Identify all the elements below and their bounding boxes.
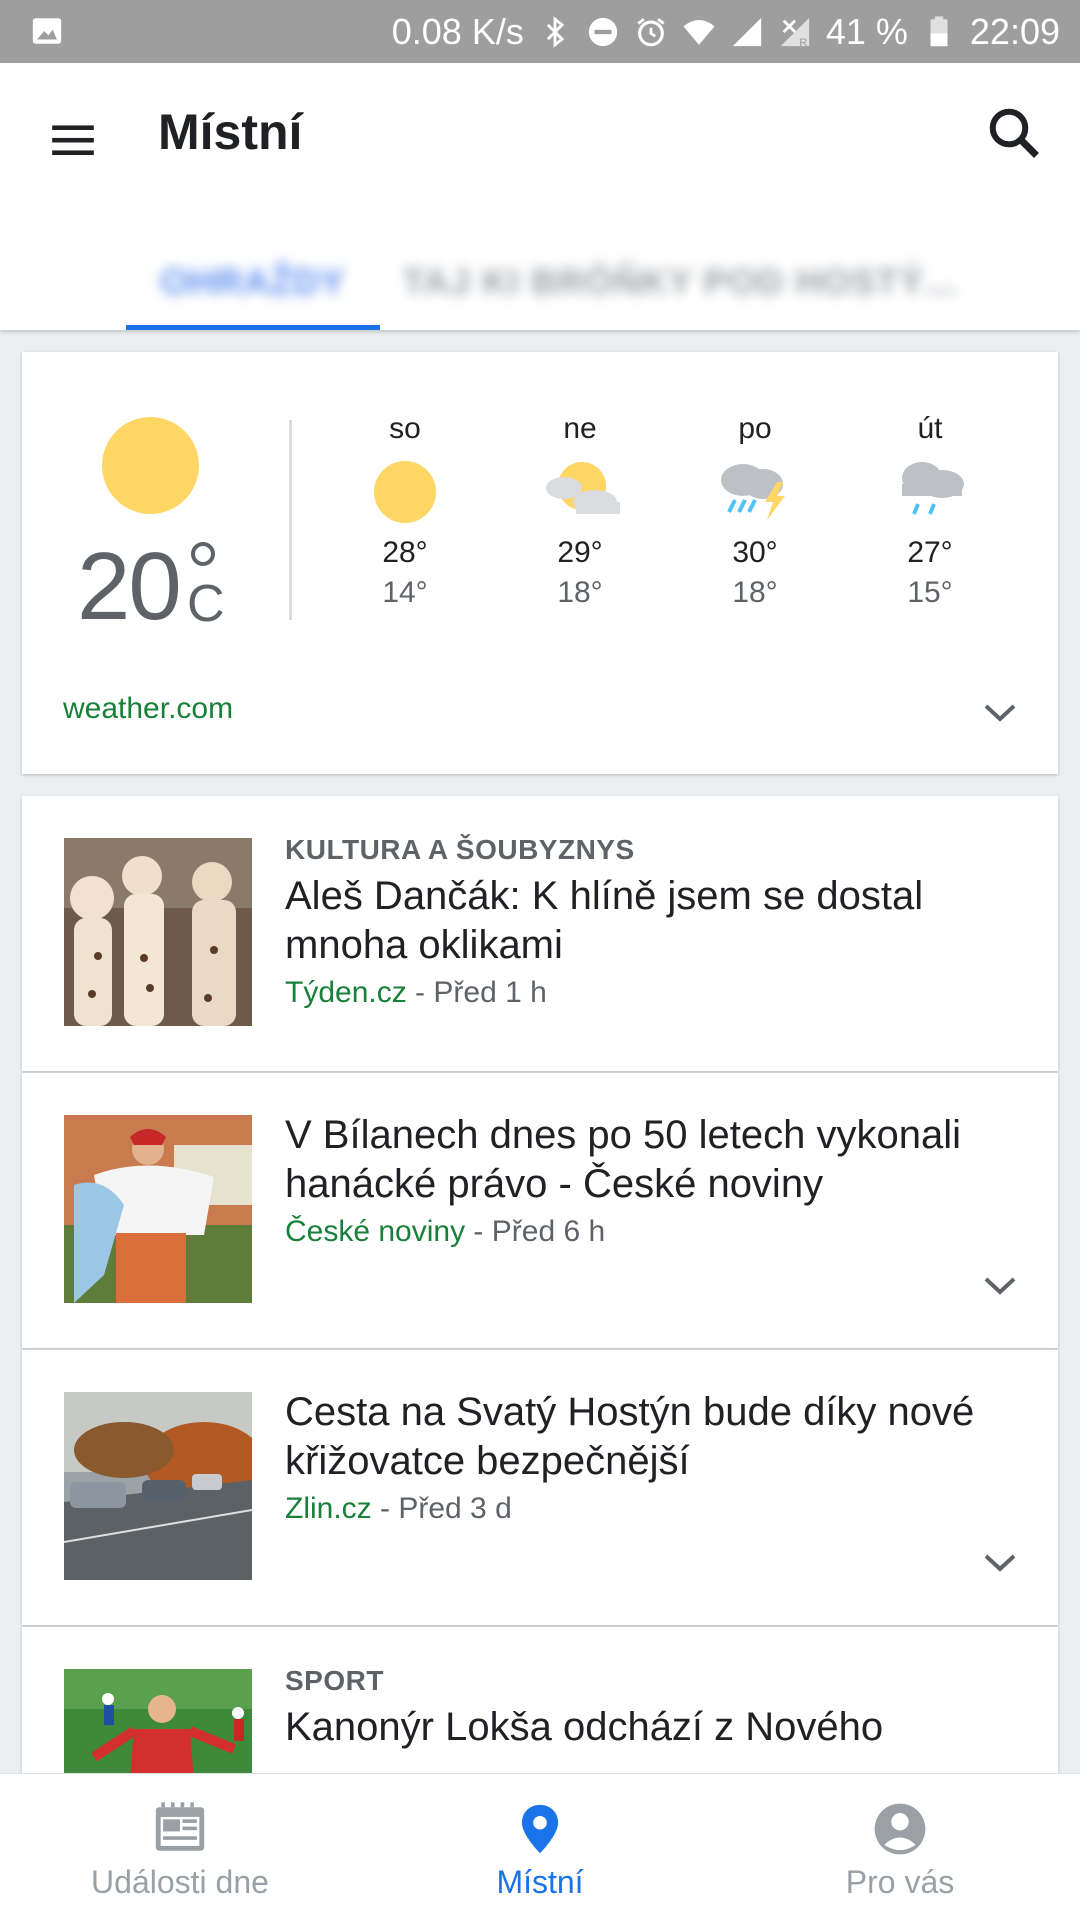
chevron-down-icon[interactable] [982,1550,1018,1574]
tab-location-label: TAJ KI BRÖŇKY POD HOSTÝ... [402,260,958,302]
page-title: Místní [158,104,303,160]
degree-symbol [191,542,215,566]
nav-local[interactable]: Místní [360,1774,720,1920]
news-card[interactable]: V Bílanech dnes po 50 letech vykonali ha… [22,1073,1058,1348]
tab-bar: OHRAŽDY TAJ KI BRÖŇKY POD HOSTÝ... [0,233,1080,330]
tab-location[interactable]: TAJ KI BRÖŇKY POD HOSTÝ... [403,233,957,330]
search-icon[interactable] [984,103,1044,163]
chevron-down-icon[interactable] [982,700,1018,724]
forecast-day: ne 29° 18° [510,412,650,610]
nav-label: Místní [496,1864,584,1900]
forecast-high: 28° [382,536,428,569]
signal-icon [732,17,762,46]
forecast-day-label: ne [563,412,597,445]
news-source[interactable]: Zlin.cz [285,1492,372,1525]
news-thumbnail [64,838,252,1026]
image-icon [32,18,62,44]
battery-icon [930,15,948,46]
temperature-unit-label: C [187,575,225,633]
wifi-icon [683,19,715,45]
forecast-low: 18° [557,576,603,609]
news-time: - Před 6 h [465,1215,606,1248]
news-body: KULTURA A ŠOUBYZNYS Aleš Dančák: K hlíně… [285,834,1018,1010]
bottom-navigation: Události dne Místní Pro vás [0,1773,1080,1920]
forecast-low: 14° [382,576,428,609]
news-body: SPORT Kanonýr Lokša odchází z Nového [285,1665,1018,1752]
news-time: - Před 1 h [406,976,547,1009]
news-meta: České noviny - Před 6 h [285,1215,1018,1249]
nav-label: Události dne [91,1864,269,1900]
forecast-low: 15° [907,576,953,609]
partly-cloudy-icon [546,462,620,514]
nav-label: Pro vás [845,1864,955,1900]
clock: 22:09 [969,10,1060,52]
tab-region[interactable]: OHRAŽDY [126,233,380,330]
forecast-day: po 30° 18° [685,412,825,610]
forecast-high: 29° [557,536,603,569]
tab-indicator [126,325,380,330]
weather-card[interactable]: 20 C so 28° 14° ne 29° 18° po 30° 18° út… [22,352,1058,774]
current-temperature: 20 [77,533,182,640]
status-bar: 0.08 K/s R 41 % 22:09 [0,0,1080,63]
account-icon [874,1803,926,1855]
news-category: SPORT [285,1665,384,1696]
bluetooth-icon [546,15,565,48]
svg-text:R: R [799,37,807,49]
signal-roaming-icon: R [780,17,810,49]
sun-icon [102,417,199,514]
battery-level: 41 % [825,10,908,52]
forecast-day-label: po [738,412,772,445]
forecast-high: 27° [907,536,953,569]
news-source[interactable]: České noviny [285,1215,465,1248]
news-headline[interactable]: Kanonýr Lokša odchází z Nového [285,1703,1018,1752]
network-speed: 0.08 K/s [391,10,524,52]
news-card[interactable]: Cesta na Svatý Hostýn bude díky nové kři… [22,1350,1058,1625]
forecast-low: 18° [732,576,778,609]
rain-icon [902,462,964,515]
news-thumbnail [64,1392,252,1580]
forecast-day-label: so [389,412,421,445]
weather-source-link[interactable]: weather.com [63,692,233,726]
chevron-down-icon[interactable] [982,1273,1018,1297]
news-thumbnail [64,1115,252,1303]
news-body: Cesta na Svatý Hostýn bude díky nové kři… [285,1388,1018,1526]
nav-top-stories[interactable]: Události dne [0,1774,360,1920]
news-headline[interactable]: Cesta na Svatý Hostýn bude díky nové kři… [285,1388,1018,1486]
news-category: KULTURA A ŠOUBYZNYS [285,834,635,865]
do-not-disturb-icon [588,17,618,46]
news-time: - Před 3 d [371,1492,512,1525]
thunderstorm-icon [721,464,785,520]
newspaper-icon [155,1802,205,1851]
forecast-high: 30° [732,536,778,569]
news-headline[interactable]: Aleš Dančák: K hlíně jsem se dostal mnoh… [285,872,1018,970]
alarm-icon [637,17,665,46]
forecast-day: út 27° 15° [860,412,1000,610]
forecast-day-label: út [917,412,943,445]
news-meta: Zlin.cz - Před 3 d [285,1492,1018,1526]
weather-divider [289,420,292,620]
news-headline[interactable]: V Bílanech dnes po 50 letech vykonali ha… [285,1111,1018,1209]
news-body: V Bílanech dnes po 50 letech vykonali ha… [285,1111,1018,1249]
nav-for-you[interactable]: Pro vás [720,1774,1080,1920]
news-card[interactable]: KULTURA A ŠOUBYZNYS Aleš Dančák: K hlíně… [22,796,1058,1071]
sun-icon [374,461,436,523]
app-bar: Místní OHRAŽDY TAJ KI BRÖŇKY POD HOSTÝ..… [0,63,1080,330]
forecast-day: so 28° 14° [335,412,475,610]
news-meta: Týden.cz - Před 1 h [285,976,1018,1010]
menu-icon[interactable] [48,115,98,165]
news-source[interactable]: Týden.cz [285,976,407,1009]
tab-region-label: OHRAŽDY [160,260,346,302]
location-pin-icon [521,1804,559,1854]
